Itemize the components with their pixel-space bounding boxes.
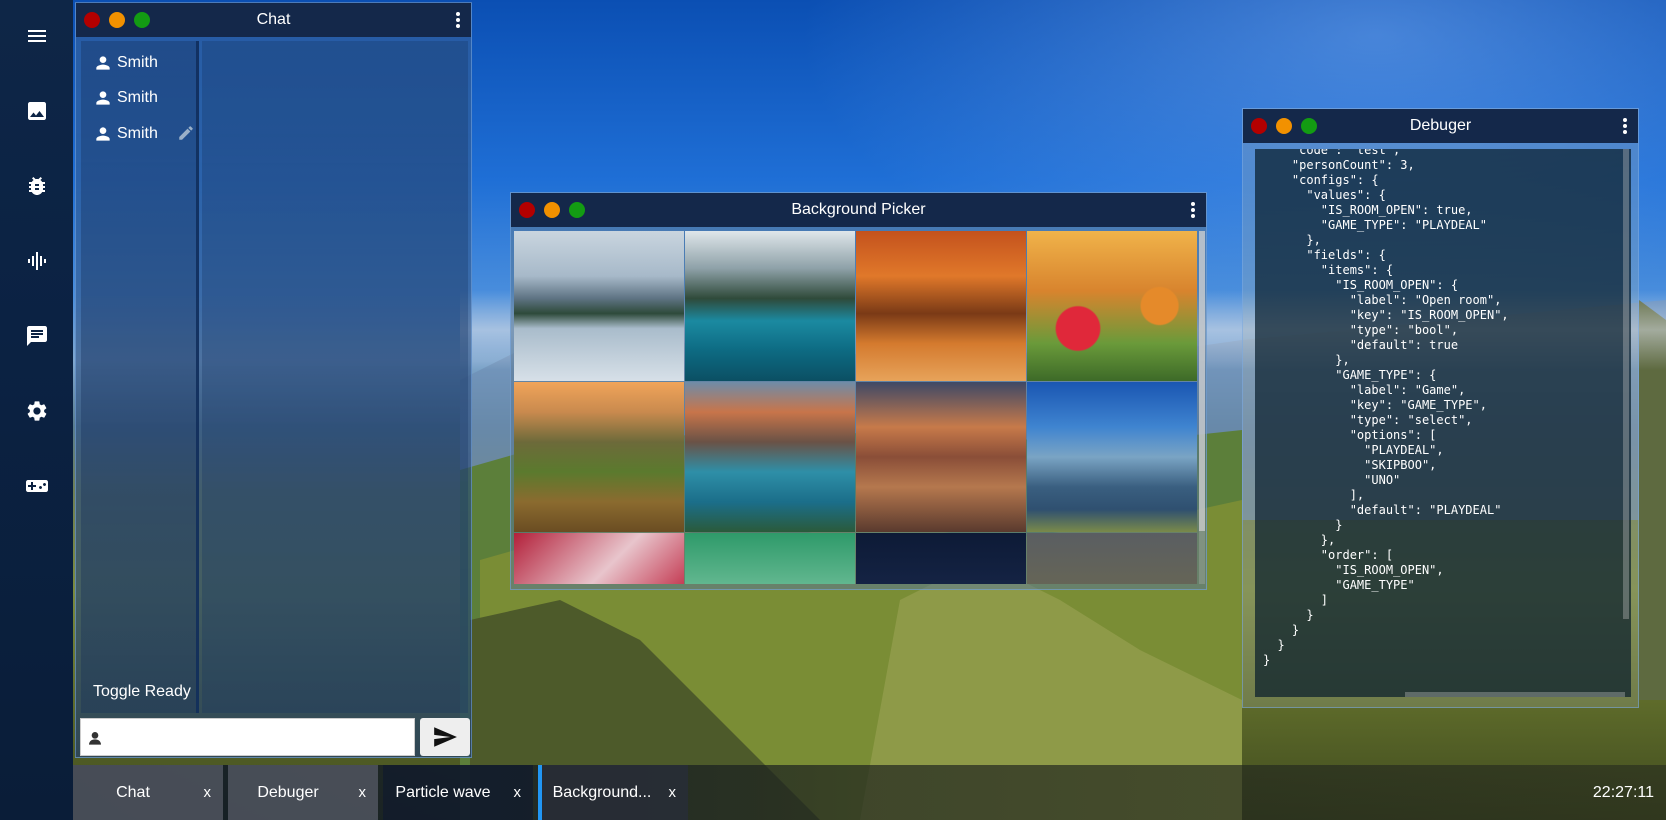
user-item[interactable]: Smith xyxy=(93,86,158,110)
send-icon xyxy=(434,727,457,747)
minimize-button[interactable] xyxy=(1276,118,1292,134)
close-button[interactable] xyxy=(1251,118,1267,134)
bug-icon xyxy=(28,177,45,195)
thumbnail-pink-blossoms[interactable] xyxy=(514,533,684,584)
minimize-button[interactable] xyxy=(109,12,125,28)
thumbnail-grid xyxy=(514,231,1199,584)
horizontal-scrollbar[interactable] xyxy=(1405,692,1625,697)
chat-window: Chat Smith Smith Smith Toggle Ready xyxy=(75,2,472,758)
games-button[interactable] xyxy=(0,458,73,514)
pencil-icon xyxy=(179,126,193,140)
task-background-picker[interactable]: Background... x xyxy=(538,765,688,820)
gamepad-icon xyxy=(25,480,48,492)
window-menu-icon[interactable] xyxy=(451,10,465,30)
task-close-button[interactable]: x xyxy=(669,784,677,801)
user-name: Smith xyxy=(117,125,158,142)
task-label: Background... xyxy=(552,783,652,801)
close-button[interactable] xyxy=(519,202,535,218)
taskbar: Chat x Debuger x Particle wave x Backgro… xyxy=(73,765,1666,820)
person-icon xyxy=(96,127,110,141)
particle-wave-button[interactable] xyxy=(0,233,73,289)
message-area xyxy=(202,41,468,713)
chat-button[interactable] xyxy=(0,308,73,364)
user-list: Smith Smith Smith Toggle Ready xyxy=(81,41,199,713)
person-icon xyxy=(96,91,110,105)
close-button[interactable] xyxy=(84,12,100,28)
task-close-button[interactable]: x xyxy=(359,784,367,801)
edit-name-button[interactable] xyxy=(177,124,195,142)
background-picker-window: Background Picker xyxy=(510,192,1207,590)
person-icon xyxy=(96,56,110,70)
thumbnail-rolling-hills[interactable] xyxy=(514,382,684,532)
user-item[interactable]: Smith xyxy=(93,122,158,146)
user-name: Smith xyxy=(117,89,158,106)
menu-button[interactable] xyxy=(0,8,73,64)
json-text: "code": "test", "personCount": 3, "confi… xyxy=(1263,149,1509,667)
chat-icon xyxy=(26,326,47,346)
maximize-button[interactable] xyxy=(569,202,585,218)
background-picker-button[interactable] xyxy=(0,83,73,139)
debugger-window: Debuger "code": "test", "personCount": 3… xyxy=(1242,108,1639,708)
thumbnail-mountain-valley[interactable] xyxy=(1027,382,1197,532)
task-label: Debuger xyxy=(257,783,319,801)
maximize-button[interactable] xyxy=(134,12,150,28)
chat-titlebar[interactable]: Chat xyxy=(76,3,471,37)
settings-button[interactable] xyxy=(0,383,73,439)
task-close-button[interactable]: x xyxy=(204,784,212,801)
menu-icon xyxy=(27,30,46,42)
message-input[interactable] xyxy=(80,718,415,756)
user-name: Smith xyxy=(117,54,158,71)
picker-titlebar[interactable]: Background Picker xyxy=(511,193,1206,227)
thumbnail-moraine-lake[interactable] xyxy=(685,382,855,532)
thumbnail-autumn-forest[interactable] xyxy=(856,231,1026,381)
audio-wave-icon xyxy=(27,252,46,270)
thumbnail-alpine-lake[interactable] xyxy=(514,231,684,381)
task-chat[interactable]: Chat x xyxy=(73,765,223,820)
thumbnail-green-rain[interactable] xyxy=(685,533,855,584)
window-title: Background Picker xyxy=(791,201,926,218)
thumbnail-city-skyline[interactable] xyxy=(856,382,1026,532)
picker-scrollbar[interactable] xyxy=(1199,231,1205,584)
thumbnail-teal-lake[interactable] xyxy=(685,231,855,381)
task-close-button[interactable]: x xyxy=(514,784,522,801)
debugger-titlebar[interactable]: Debuger xyxy=(1243,109,1638,143)
avatar-icon xyxy=(89,732,101,745)
task-particle-wave[interactable]: Particle wave x xyxy=(383,765,533,820)
window-menu-icon[interactable] xyxy=(1186,200,1200,220)
scrollbar-thumb[interactable] xyxy=(1199,231,1205,531)
debugger-button[interactable] xyxy=(0,158,73,214)
toggle-ready-button[interactable]: Toggle Ready xyxy=(93,683,191,701)
vertical-scrollbar[interactable] xyxy=(1623,149,1629,619)
minimize-button[interactable] xyxy=(544,202,560,218)
clock: 22:27:11 xyxy=(1592,784,1654,801)
thumbnail-flower-butterfly[interactable] xyxy=(1027,231,1197,381)
send-button[interactable] xyxy=(420,718,470,756)
thumbnail-blurred[interactable] xyxy=(1027,533,1197,584)
task-label: Particle wave xyxy=(395,783,491,801)
json-viewer[interactable]: "code": "test", "personCount": 3, "confi… xyxy=(1255,149,1631,697)
maximize-button[interactable] xyxy=(1301,118,1317,134)
image-icon xyxy=(27,102,46,120)
user-item[interactable]: Smith xyxy=(93,51,158,75)
task-debugger[interactable]: Debuger x xyxy=(228,765,378,820)
task-label: Chat xyxy=(116,783,150,801)
window-menu-icon[interactable] xyxy=(1618,116,1632,136)
side-dock xyxy=(0,0,73,820)
gear-icon xyxy=(27,401,46,421)
thumbnail-starry-night[interactable] xyxy=(856,533,1026,584)
